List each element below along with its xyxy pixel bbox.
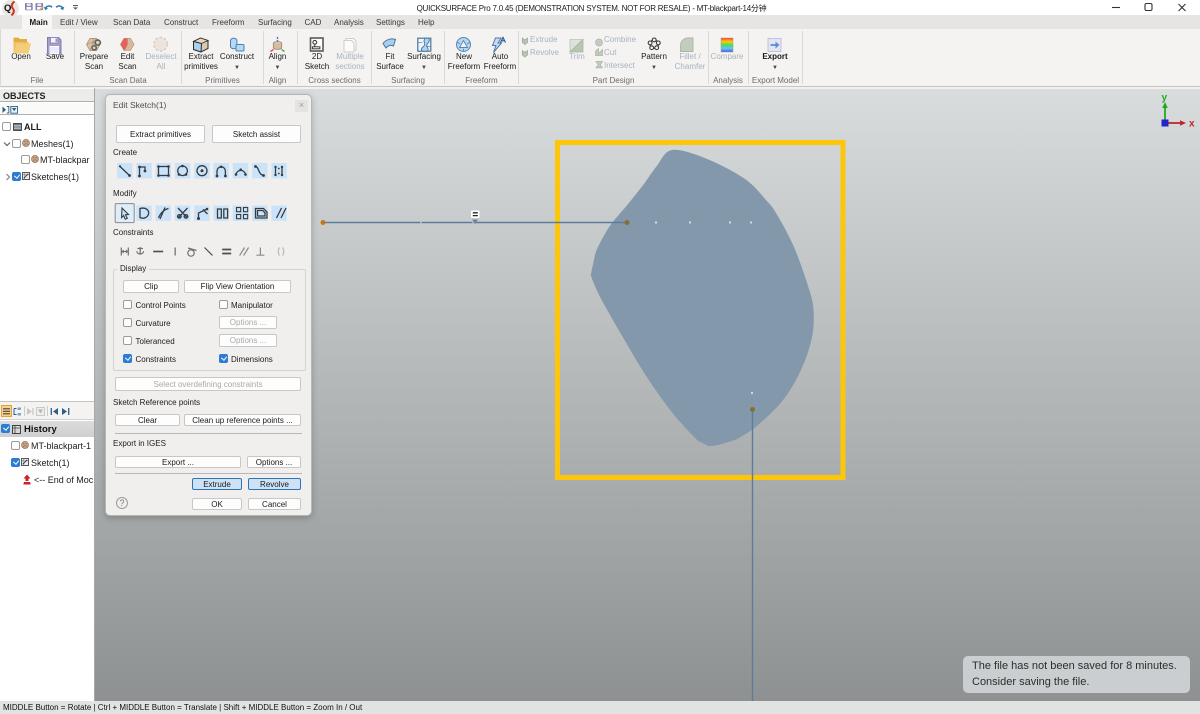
svg-text:y: y [1162, 93, 1168, 104]
svg-text:x: x [1189, 119, 1195, 130]
